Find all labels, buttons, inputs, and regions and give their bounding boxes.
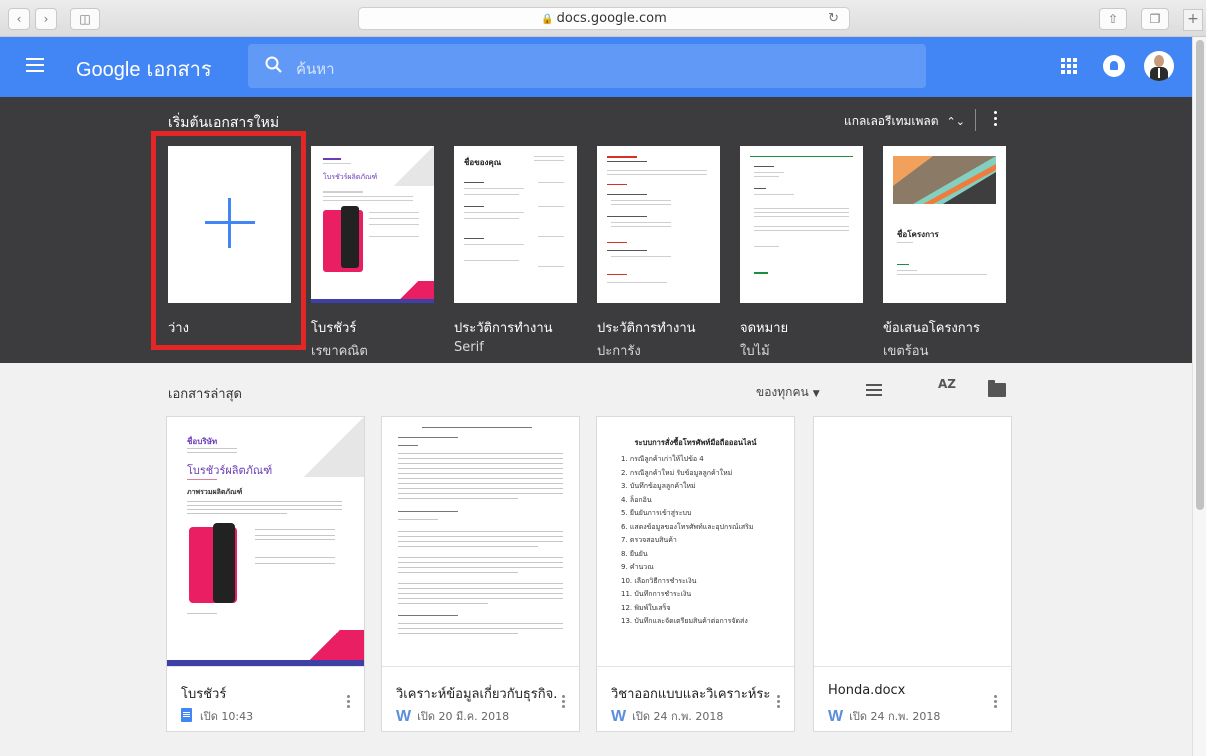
word-file-icon: W: [396, 708, 412, 725]
divider: [975, 109, 976, 131]
sidebar-toggle-icon[interactable]: ◫: [70, 8, 100, 30]
doc-card[interactable]: วิเคราะห์ข้อมูลเกี่ยวกับธุรกิจ... W เปิด …: [381, 416, 580, 732]
preview-section: ภาพรวมผลิตภัณฑ์: [187, 488, 243, 496]
owner-filter-label: ของทุกคน: [756, 385, 809, 399]
notifications-icon[interactable]: [1103, 55, 1125, 77]
thumb-title: โบรชัวร์ผลิตภัณฑ์: [323, 173, 378, 181]
app-logo[interactable]: Google เอกสาร: [76, 53, 212, 85]
folder-picker-icon[interactable]: [988, 380, 1006, 397]
thumb-title: ชื่อโครงการ: [897, 230, 939, 239]
thumb-title: ชื่อของคุณ: [464, 158, 502, 167]
template-thumbnail[interactable]: ชื่อโครงการ: [883, 146, 1006, 303]
preview-company: ชื่อบริษัท: [187, 437, 218, 446]
app-header: Google เอกสาร ค้นหา: [0, 37, 1192, 97]
page-scrollbar[interactable]: [1192, 37, 1206, 756]
forward-icon[interactable]: ›: [35, 8, 57, 30]
brand-google: Google: [76, 59, 141, 81]
template-subtitle: ใบไม้: [740, 344, 770, 359]
template-thumbnail[interactable]: ชื่อของคุณ: [454, 146, 577, 303]
url-text: docs.google.com: [556, 11, 667, 26]
apps-grid-icon[interactable]: [1061, 58, 1077, 74]
search-icon: [265, 56, 282, 73]
lock-icon: 🔒: [541, 14, 554, 25]
list-view-icon[interactable]: [866, 384, 882, 396]
doc-more-options-icon[interactable]: [347, 695, 350, 710]
doc-preview: ระบบการสั่งซื้อโทรศัพท์มือถือออนไลน์ 1. …: [597, 417, 794, 667]
doc-opened: เปิด 24 ก.พ. 2018: [849, 710, 941, 723]
main-menu-icon[interactable]: [26, 58, 44, 72]
sort-icon[interactable]: AZ: [938, 378, 956, 390]
template-name: โบรชัวร์: [311, 321, 357, 336]
share-icon[interactable]: ⇧: [1099, 8, 1127, 30]
new-tab-icon[interactable]: +: [1183, 9, 1203, 31]
search-input[interactable]: ค้นหา: [248, 44, 926, 88]
doc-card[interactable]: ชื่อบริษัท โบรชัวร์ผลิตภัณฑ์ ภาพรวมผลิตภ…: [166, 416, 365, 732]
doc-meta: เปิด 10:43: [181, 707, 253, 725]
proposal-cover-art: [893, 156, 996, 204]
owner-filter-dropdown[interactable]: ของทุกคน ▼: [756, 383, 820, 402]
doc-preview: [814, 417, 1011, 667]
preview-list: 1. กรณีลูกค้าเก่าให้ไปข้อ 4 2. กรณีลูกค้…: [621, 455, 754, 625]
template-thumbnail[interactable]: โบรชัวร์ผลิตภัณฑ์: [311, 146, 434, 303]
selection-highlight: [151, 131, 306, 350]
template-subtitle: ปะการัง: [597, 344, 641, 359]
recent-documents: เอกสารล่าสุด ของทุกคน ▼ AZ ชื่อบริษัท โบร…: [0, 363, 1192, 756]
template-name: ประวัติการทำงาน: [597, 321, 696, 336]
template-subtitle: Serif: [454, 340, 484, 355]
doc-more-options-icon[interactable]: [777, 695, 780, 710]
doc-title: Honda.docx: [828, 683, 906, 698]
expand-collapse-icon: ⌃⌄: [946, 115, 965, 128]
template-name: ข้อเสนอโครงการ: [883, 321, 980, 336]
template-thumbnail[interactable]: [597, 146, 720, 303]
doc-title: วิชาออกแบบและวิเคราะห์ระ...: [611, 687, 771, 702]
recent-title: เอกสารล่าสุด: [168, 387, 242, 402]
template-project-proposal[interactable]: ชื่อโครงการ ข้อเสนอโครงการ เขตร้อน: [883, 146, 1006, 361]
template-thumbnail[interactable]: [740, 146, 863, 303]
doc-card[interactable]: ระบบการสั่งซื้อโทรศัพท์มือถือออนไลน์ 1. …: [596, 416, 795, 732]
template-letter-leaf[interactable]: จดหมาย ใบไม้: [740, 146, 863, 361]
avatar[interactable]: [1144, 51, 1174, 81]
template-name: ประวัติการทำงาน: [454, 321, 553, 336]
template-resume-serif[interactable]: ชื่อของคุณ ประวัติการทำงาน Serif: [454, 146, 577, 355]
doc-opened: เปิด 10:43: [200, 710, 254, 723]
doc-opened: เปิด 20 มี.ค. 2018: [417, 710, 510, 723]
template-name: จดหมาย: [740, 321, 789, 336]
word-file-icon: W: [828, 708, 844, 725]
doc-preview: ชื่อบริษัท โบรชัวร์ผลิตภัณฑ์ ภาพรวมผลิตภ…: [167, 417, 364, 667]
doc-meta: W เปิด 24 ก.พ. 2018: [828, 707, 940, 726]
preview-heading: ระบบการสั่งซื้อโทรศัพท์มือถือออนไลน์: [634, 438, 757, 447]
tabs-overview-icon[interactable]: ❐: [1141, 8, 1169, 30]
more-options-icon[interactable]: [990, 111, 1000, 131]
address-bar[interactable]: 🔒 docs.google.com ↻: [358, 7, 850, 30]
scrollbar-thumb[interactable]: [1196, 40, 1204, 510]
template-gallery-label: แกลเลอรีเทมเพลต: [844, 114, 939, 128]
search-placeholder: ค้นหา: [296, 60, 335, 78]
doc-card[interactable]: Honda.docx W เปิด 24 ก.พ. 2018: [813, 416, 1012, 732]
doc-meta: W เปิด 24 ก.พ. 2018: [611, 707, 723, 726]
doc-opened: เปิด 24 ก.พ. 2018: [632, 710, 724, 723]
doc-more-options-icon[interactable]: [994, 695, 997, 710]
reload-icon[interactable]: ↻: [828, 8, 839, 29]
doc-title: วิเคราะห์ข้อมูลเกี่ยวกับธุรกิจ...: [396, 687, 556, 702]
browser-toolbar: ‹ › ◫ 🔒 docs.google.com ↻ ⇧ ❐ +: [0, 0, 1206, 37]
doc-title: โบรชัวร์: [181, 687, 227, 702]
template-brochure[interactable]: โบรชัวร์ผลิตภัณฑ์ โบรชัวร์ เรขาคณิต: [311, 146, 434, 361]
doc-more-options-icon[interactable]: [562, 695, 565, 710]
sort-label: AZ: [938, 377, 956, 391]
template-subtitle: เขตร้อน: [883, 344, 929, 359]
template-gallery-button[interactable]: แกลเลอรีเทมเพลต ⌃⌄: [844, 112, 965, 131]
doc-meta: W เปิด 20 มี.ค. 2018: [396, 707, 509, 726]
template-subtitle: เรขาคณิต: [311, 344, 368, 359]
dropdown-arrow-icon: ▼: [812, 389, 820, 399]
preview-title: โบรชัวร์ผลิตภัณฑ์: [187, 464, 273, 477]
brand-app-name: เอกสาร: [146, 59, 212, 81]
word-file-icon: W: [611, 708, 627, 725]
google-docs-icon: [181, 708, 192, 722]
doc-preview: [382, 417, 579, 667]
template-resume-coral[interactable]: ประวัติการทำงาน ปะการัง: [597, 146, 720, 361]
back-icon[interactable]: ‹: [8, 8, 30, 30]
